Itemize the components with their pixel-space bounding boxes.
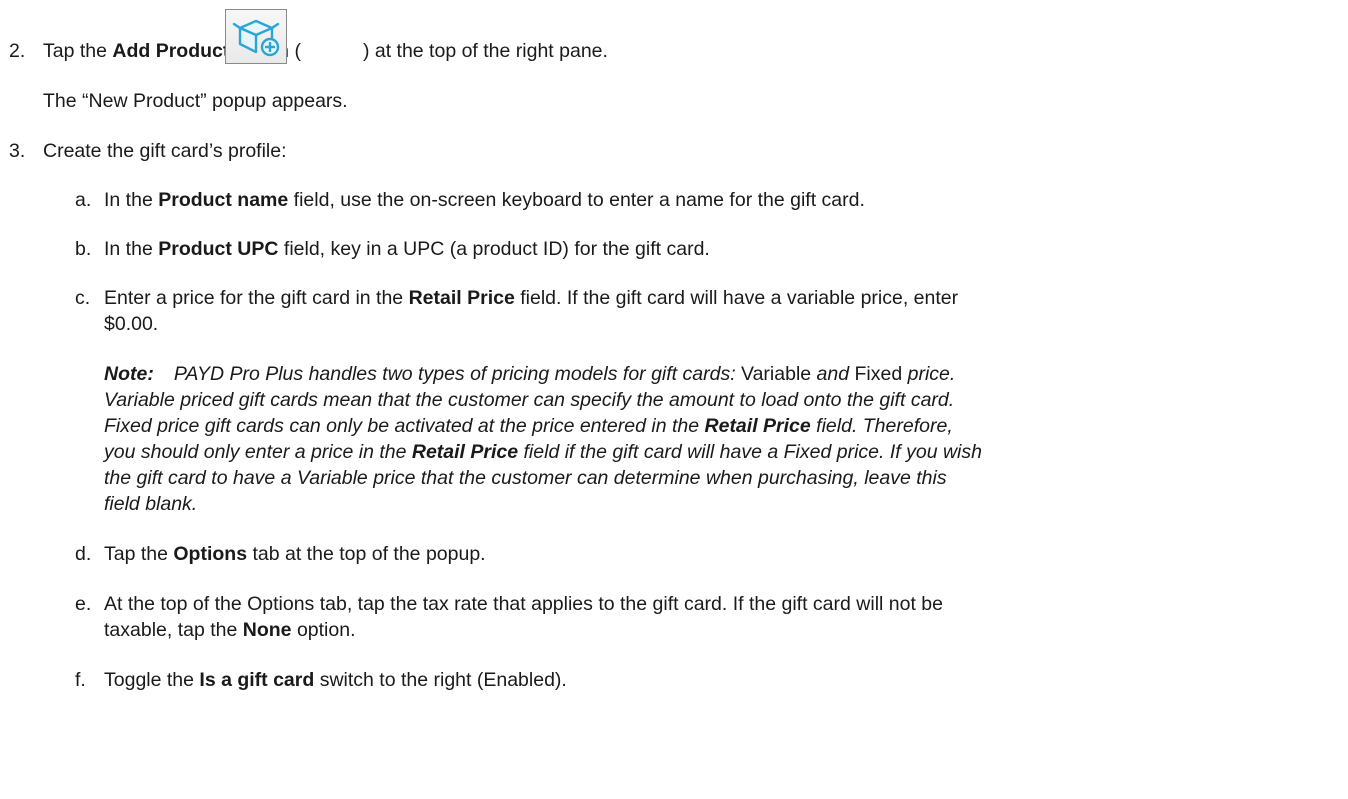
add-product-label: Add Product — [112, 40, 230, 62]
step-2-result: The “New Product” popup appears. — [43, 90, 348, 112]
document-page: 2. Tap the Add Product button () at the … — [0, 0, 1348, 799]
substep-letter: f. — [75, 669, 86, 691]
substep-f-text: Toggle the Is a gift card switch to the … — [104, 669, 567, 691]
substep-letter: e. — [75, 593, 92, 615]
substep-a-text: In the Product name field, use the on-sc… — [104, 189, 865, 211]
substep-d-text: Tap the Options tab at the top of the po… — [104, 543, 486, 565]
add-product-box-icon — [225, 9, 287, 64]
step-2-text: Tap the Add Product button () at the top… — [43, 40, 608, 62]
substep-c-text-line2: $0.00. — [104, 313, 159, 335]
substep-letter: d. — [75, 543, 92, 565]
substep-letter: b. — [75, 238, 92, 260]
substep-b-text: In the Product UPC field, key in a UPC (… — [104, 238, 710, 260]
step-number: 2. — [9, 40, 26, 62]
substep-c-text: Enter a price for the gift card in the R… — [104, 287, 959, 309]
step-number: 3. — [9, 140, 26, 162]
substep-e-text-line2: taxable, tap the None option. — [104, 619, 356, 641]
substep-e-text: At the top of the Options tab, tap the t… — [104, 593, 943, 615]
note-label: Note: — [104, 363, 154, 385]
substep-letter: a. — [75, 189, 92, 211]
substep-letter: c. — [75, 287, 91, 309]
step-3-text: Create the gift card’s profile: — [43, 140, 287, 162]
